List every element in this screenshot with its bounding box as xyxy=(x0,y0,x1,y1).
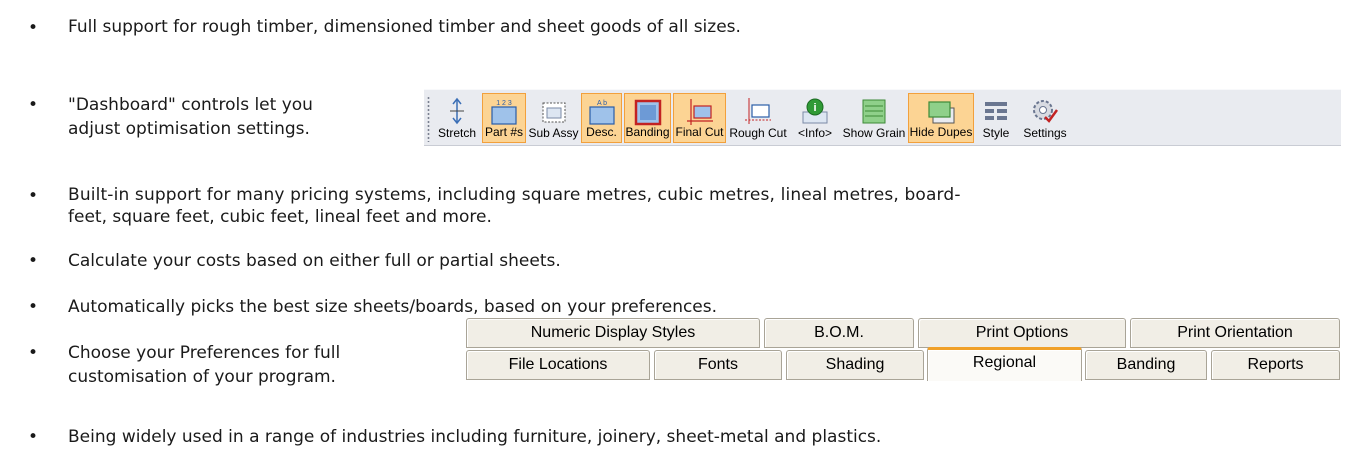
hide-dupes-label: Hide Dupes xyxy=(909,125,973,139)
final-cut-button[interactable]: Final Cut xyxy=(673,93,726,143)
feature-text-preferences-2: customisation of your program. xyxy=(68,367,336,387)
tab-banding[interactable]: Banding xyxy=(1085,350,1207,380)
hide-dupes-button[interactable]: Hide Dupes xyxy=(908,93,974,143)
feature-text-pricing-1: Built-in support for many pricing system… xyxy=(68,185,961,205)
svg-text:1 2 3: 1 2 3 xyxy=(496,100,512,107)
settings-label: Settings xyxy=(1023,126,1067,140)
bullet-glyph: • xyxy=(28,297,39,317)
feature-text-best-size: Automatically picks the best size sheets… xyxy=(68,297,718,317)
part-numbers-button[interactable]: 1 2 3 Part #s xyxy=(482,93,526,143)
sub-assembly-icon xyxy=(542,102,565,123)
tab-reports[interactable]: Reports xyxy=(1211,350,1340,380)
settings-icon xyxy=(1033,100,1059,123)
feature-text-timber: Full support for rough timber, dimension… xyxy=(68,17,741,37)
info-label: <Info> xyxy=(797,126,833,140)
svg-text:i: i xyxy=(813,102,816,114)
tab-fonts[interactable]: Fonts xyxy=(654,350,782,380)
rough-cut-icon xyxy=(745,98,771,124)
sub-assy-button[interactable]: Sub Assy xyxy=(528,93,579,143)
final-cut-icon xyxy=(686,99,713,125)
tab-numeric-display-styles[interactable]: Numeric Display Styles xyxy=(466,318,760,348)
stretch-label: Stretch xyxy=(437,126,476,140)
tab-bom[interactable]: B.O.M. xyxy=(764,318,914,348)
tab-file-locations[interactable]: File Locations xyxy=(466,350,650,380)
feature-text-dashboard-2: adjust optimisation settings. xyxy=(68,119,310,139)
bullet-glyph: • xyxy=(28,427,39,447)
tab-shading[interactable]: Shading xyxy=(786,350,924,380)
style-button[interactable]: Style xyxy=(976,93,1016,143)
description-icon: A b xyxy=(588,100,615,125)
rough-cut-button[interactable]: Rough Cut xyxy=(728,93,788,143)
style-icon xyxy=(985,102,1007,120)
final-cut-label: Final Cut xyxy=(675,125,724,139)
preferences-tab-strip: Numeric Display Styles B.O.M. Print Opti… xyxy=(466,318,1341,383)
stretch-button[interactable]: Stretch xyxy=(434,93,480,143)
bullet-glyph: • xyxy=(28,18,39,38)
info-button[interactable]: i <Info> xyxy=(790,93,840,143)
feature-text-costs: Calculate your costs based on either ful… xyxy=(68,251,561,271)
tab-regional[interactable]: Regional xyxy=(927,347,1082,381)
show-grain-button[interactable]: Show Grain xyxy=(842,93,906,143)
stretch-icon xyxy=(450,97,464,125)
bullet-glyph: • xyxy=(28,251,39,271)
style-label: Style xyxy=(982,126,1010,140)
rough-cut-label: Rough Cut xyxy=(729,126,787,140)
feature-text-preferences-1: Choose your Preferences for full xyxy=(68,343,341,363)
feature-text-pricing-2: feet, square feet, cubic feet, lineal fe… xyxy=(68,207,492,227)
part-numbers-label: Part #s xyxy=(484,125,523,139)
settings-button[interactable]: Settings xyxy=(1018,93,1072,143)
banding-label: Banding xyxy=(625,125,670,139)
hide-dupes-icon xyxy=(928,101,955,124)
feature-text-dashboard-1: "Dashboard" controls let you xyxy=(68,95,313,115)
grain-icon xyxy=(862,99,886,124)
bullet-glyph: • xyxy=(28,95,39,115)
tab-print-options[interactable]: Print Options xyxy=(918,318,1126,348)
dashboard-toolbar: Stretch 1 2 3 Part #s Sub Assy A b Desc.… xyxy=(424,89,1341,146)
sub-assy-label: Sub Assy xyxy=(528,126,579,140)
part-numbers-icon: 1 2 3 xyxy=(491,100,517,125)
banding-button[interactable]: Banding xyxy=(624,93,671,143)
banding-icon xyxy=(634,99,661,126)
tab-print-orientation[interactable]: Print Orientation xyxy=(1130,318,1340,348)
toolbar-grip-handle[interactable] xyxy=(427,96,430,142)
show-grain-label: Show Grain xyxy=(842,126,906,140)
bullet-glyph: • xyxy=(28,343,39,363)
info-icon: i xyxy=(802,98,828,124)
bullet-glyph: • xyxy=(28,186,39,206)
svg-text:A b: A b xyxy=(596,100,606,107)
description-button[interactable]: A b Desc. xyxy=(581,93,622,143)
description-label: Desc. xyxy=(586,125,617,139)
feature-text-industries: Being widely used in a range of industri… xyxy=(68,427,882,447)
